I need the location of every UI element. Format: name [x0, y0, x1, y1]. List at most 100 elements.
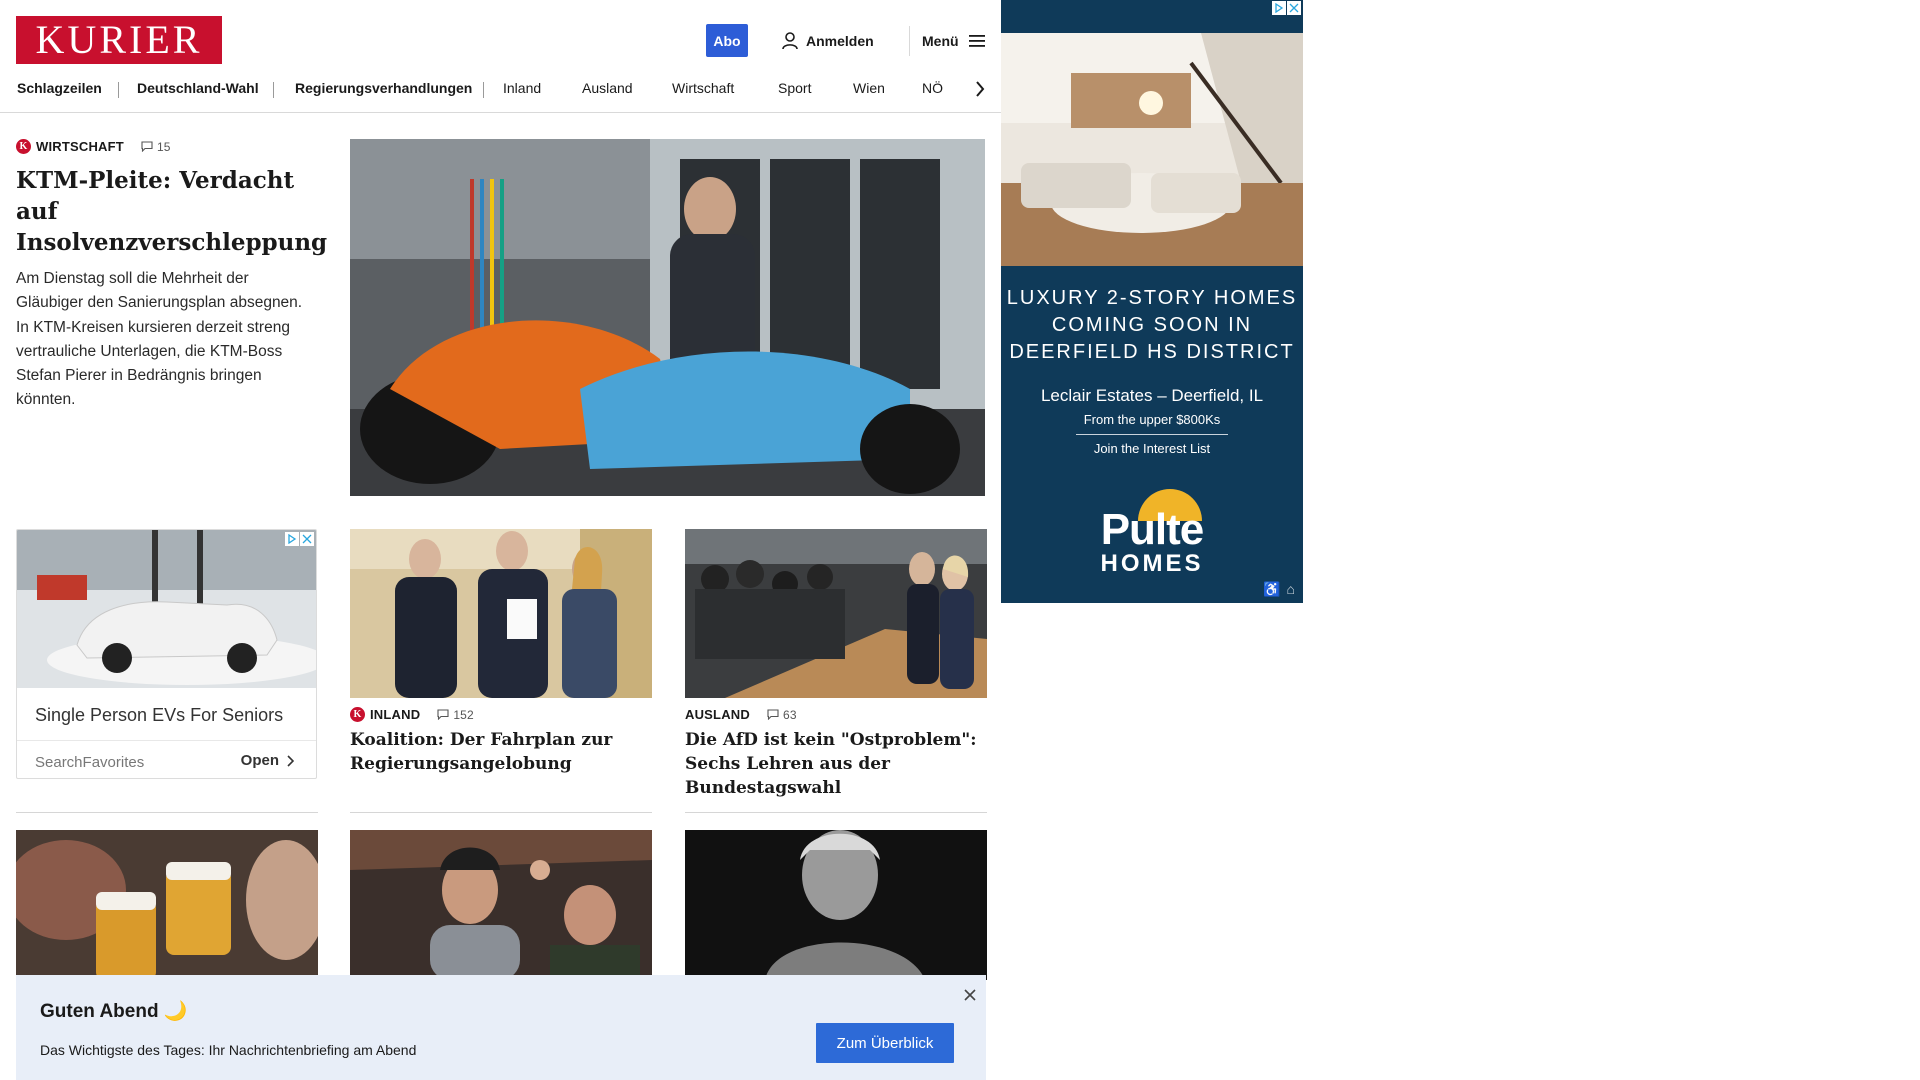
afd-photo: [685, 529, 987, 698]
card-image-koalition[interactable]: [350, 529, 652, 698]
login-label: Anmelden: [806, 33, 874, 49]
nav-item-wien[interactable]: Wien: [853, 80, 885, 96]
nav-item-inland[interactable]: Inland: [503, 80, 541, 96]
nav-item-regierungsverhandlungen[interactable]: Regierungsverhandlungen: [295, 80, 472, 96]
briefing-subtitle: Das Wichtigste des Tages: Ihr Nachrichte…: [40, 1042, 417, 1058]
pulte-logo: Pulte HOMES: [1001, 508, 1303, 576]
login-link[interactable]: Anmelden: [782, 30, 874, 52]
lead-headline[interactable]: KTM-Pleite: Verdacht auf Insolvenzversch…: [16, 165, 327, 258]
comment-count[interactable]: 15: [141, 140, 171, 154]
adchoices-icon[interactable]: [285, 532, 299, 546]
comment-count[interactable]: 63: [767, 708, 797, 722]
nav-item-wirtschaft[interactable]: Wirtschaft: [672, 80, 734, 96]
ad-divider: [17, 740, 316, 741]
card-divider: [685, 812, 987, 813]
ad-headline-line-1: LUXURY 2-STORY HOMES: [1006, 287, 1298, 309]
lead-teaser: Am Dienstag soll die Mehrheit der Gläubi…: [16, 270, 303, 409]
ad-interior-photo: [1001, 33, 1303, 266]
chevron-right-icon: [976, 81, 985, 97]
nav-item-noe[interactable]: NÖ: [922, 80, 943, 96]
briefing-title: Guten Abend 🌙: [40, 1001, 188, 1022]
pulte-logo-word: Pulte: [1100, 505, 1205, 554]
ad-title[interactable]: Single Person EVs For Seniors: [35, 705, 283, 726]
nav-item-ausland[interactable]: Ausland: [582, 80, 633, 96]
beer-photo: [16, 830, 318, 980]
nav-separator: [118, 82, 119, 98]
comment-count[interactable]: 152: [437, 708, 474, 722]
nav-scroll-right-button[interactable]: [968, 76, 992, 102]
portrait-photo: [685, 830, 987, 980]
ad-price: From the upper $800Ks: [1083, 412, 1221, 427]
user-icon: [782, 32, 798, 50]
lead-image-ktm[interactable]: [350, 139, 985, 496]
accessibility-icon: ♿: [1263, 581, 1281, 597]
card-image-afd[interactable]: [685, 529, 987, 698]
header-divider: [909, 26, 910, 56]
adchoices-icon[interactable]: [1272, 1, 1286, 15]
section-label: WIRTSCHAFT: [36, 139, 124, 154]
hostages-photo: [350, 830, 652, 980]
site-header: KURIER Abo Anmelden Menü Schlagzeilen De…: [0, 0, 1002, 113]
card-divider: [350, 812, 652, 813]
menu-label: Menü: [922, 33, 959, 49]
ad-choices[interactable]: [1272, 1, 1301, 15]
comment-count-value: 15: [156, 139, 171, 154]
lead-photo: [350, 139, 985, 496]
logo-text: KURIER: [35, 17, 203, 62]
nav-item-sport[interactable]: Sport: [778, 80, 811, 96]
ad-open-button[interactable]: Open: [241, 752, 294, 769]
ad-choices[interactable]: [285, 532, 314, 546]
close-ad-icon[interactable]: [300, 532, 314, 546]
nav-separator: [483, 82, 484, 98]
equal-housing-icon: ⌂: [1286, 581, 1295, 597]
ad-join-link[interactable]: Join the Interest List: [1001, 441, 1303, 456]
comment-icon: [141, 141, 153, 152]
lead-article[interactable]: K WIRTSCHAFT 15 KTM-Pleite: Verdacht auf…: [16, 139, 327, 413]
comment-count-value: 152: [453, 707, 474, 722]
section-label: INLAND: [370, 707, 421, 722]
ad-image-ev: [17, 530, 316, 688]
card-image-hostages[interactable]: [350, 830, 652, 980]
chevron-right-icon: [287, 754, 294, 767]
evening-briefing-banner: Guten Abend 🌙 Das Wichtigste des Tages: …: [16, 975, 986, 1080]
menu-button[interactable]: Menü: [922, 30, 985, 52]
card-headline[interactable]: Koalition: Der Fahrplan zur Regierungsan…: [350, 728, 650, 776]
comment-icon: [767, 709, 779, 720]
kurier-plus-icon: K: [350, 707, 365, 722]
abo-button[interactable]: Abo: [706, 24, 748, 57]
side-ad-pulte[interactable]: LUXURY 2-STORY HOMES COMING SOON IN DEER…: [1001, 0, 1303, 603]
nav-item-deutschland-wahl[interactable]: Deutschland-Wahl: [137, 80, 259, 96]
ad-rule: [1076, 434, 1228, 435]
close-ad-icon[interactable]: [1287, 1, 1301, 15]
ad-open-label: Open: [240, 752, 279, 769]
article-card-inland[interactable]: K INLAND 152 Koalition: Der Fahrplan zur…: [350, 707, 650, 776]
hamburger-icon: [968, 35, 985, 47]
lead-kicker: K WIRTSCHAFT 15: [16, 139, 316, 154]
section-label: AUSLAND: [685, 707, 750, 722]
ad-headline-line-2: COMING SOON IN: [1051, 314, 1253, 336]
nav-separator: [273, 82, 274, 98]
article-card-ausland[interactable]: AUSLAND 63 Die AfD ist kein "Ostproblem"…: [685, 707, 985, 800]
card-divider: [16, 812, 318, 813]
briefing-close-button[interactable]: [959, 984, 981, 1006]
ad-source: SearchFavorites: [35, 754, 145, 771]
comment-count-value: 63: [782, 707, 797, 722]
nav-item-schlagzeilen[interactable]: Schlagzeilen: [17, 80, 102, 96]
card-image-beer[interactable]: [16, 830, 318, 980]
pulte-logo-homes: HOMES: [1100, 550, 1204, 577]
koalition-photo: [350, 529, 652, 698]
ad-headline-line-3: DEERFIELD HS DISTRICT: [1009, 341, 1295, 363]
sponsored-ad-card[interactable]: Single Person EVs For Seniors SearchFavo…: [16, 529, 317, 779]
kurier-plus-icon: K: [16, 139, 31, 154]
card-image-portrait[interactable]: [685, 830, 987, 980]
section-nav: Schlagzeilen Deutschland-Wahl Regierungs…: [0, 76, 1002, 102]
card-kicker: AUSLAND 63: [685, 707, 985, 722]
ad-subtitle: Leclair Estates – Deerfield, IL: [1040, 386, 1264, 405]
comment-icon: [437, 709, 449, 720]
card-headline[interactable]: Die AfD ist kein "Ostproblem": Sechs Leh…: [685, 728, 985, 800]
close-icon: [964, 989, 976, 1001]
card-kicker: K INLAND 152: [350, 707, 650, 722]
kurier-logo[interactable]: KURIER: [16, 16, 222, 64]
ad-headline: LUXURY 2-STORY HOMES COMING SOON IN DEER…: [1001, 285, 1303, 366]
briefing-overview-button[interactable]: Zum Überblick: [816, 1023, 954, 1063]
